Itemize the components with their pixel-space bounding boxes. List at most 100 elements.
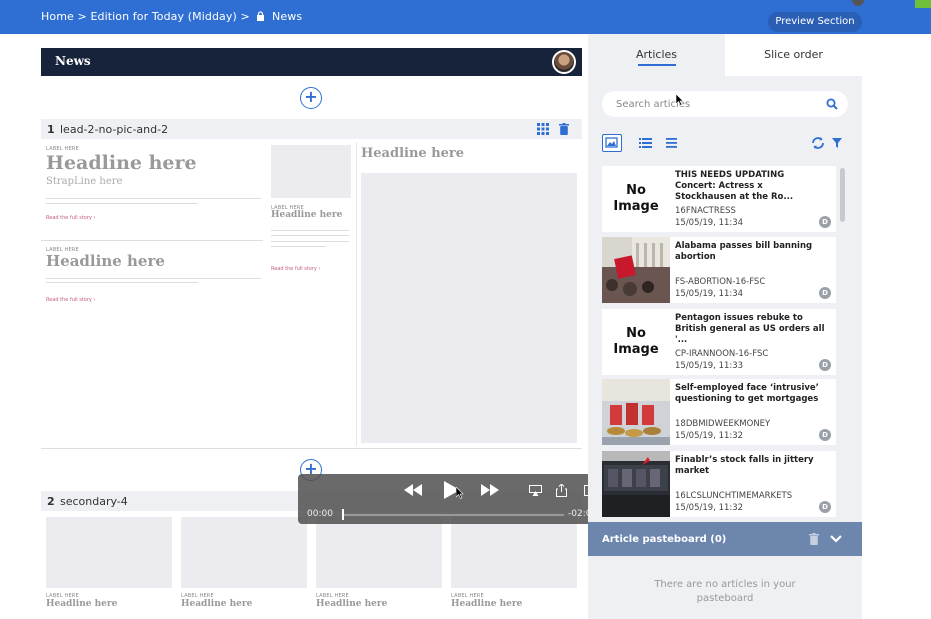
section-name: secondary-4 (60, 495, 128, 508)
article-thumbnail (602, 379, 670, 445)
top-bar: Home > Edition for Today (Midday) > News… (0, 0, 931, 34)
preview-section-button[interactable]: Preview Section (768, 12, 862, 32)
draft-badge: D (819, 501, 831, 513)
layout-slot[interactable]: Headline here (358, 142, 582, 444)
tab-articles[interactable]: Articles (588, 34, 725, 76)
article-date: 15/05/19, 11:34 (675, 289, 744, 299)
image-placeholder (181, 517, 307, 588)
image-icon (605, 137, 618, 148)
article-date: 15/05/19, 11:34 (675, 218, 744, 228)
article-date: 15/05/19, 11:32 (675, 503, 744, 513)
article-slug: 16FNACTRESS (675, 206, 736, 216)
article-title: THIS NEEDS UPDATING Concert: Actress x S… (675, 170, 794, 202)
front-header: News (41, 48, 582, 76)
empty-message-line: pasteboard (696, 593, 754, 604)
filter-icon[interactable] (828, 134, 848, 152)
pasteboard-bar[interactable]: Article pasteboard (0) (588, 522, 862, 556)
article-title: Finablr’s stock falls in jittery market (675, 455, 814, 476)
breadcrumb-edition[interactable]: Edition for Today (Midday) (90, 10, 236, 23)
refresh-icon[interactable] (808, 134, 828, 152)
layout-slot[interactable]: LABEL HERE Headline here (41, 514, 176, 619)
rewind-icon[interactable] (404, 484, 422, 496)
tab-label: Slice order (764, 48, 823, 61)
front-editor: News + 1 lead-2-no-pic-and-2 LABEL HERE … (0, 34, 588, 619)
grid-icon[interactable] (537, 123, 549, 135)
collaborator-avatar (552, 50, 576, 74)
active-tab-indicator (638, 64, 676, 66)
layout-slot[interactable]: LABEL HERE Headline here (446, 514, 582, 619)
breadcrumb-separator: > (240, 10, 250, 23)
breadcrumb-current: News (272, 10, 303, 23)
divider (271, 241, 349, 242)
layout-slot[interactable]: LABEL HERE Headline here StrapLine here … (41, 142, 263, 442)
status-indicator (915, 0, 931, 8)
layout-slot[interactable]: LABEL HERE Headline here Read the full s… (268, 142, 354, 442)
article-list-scrollbar[interactable] (840, 168, 845, 222)
headline-placeholder: Headline here (451, 599, 523, 609)
headline-placeholder: Headline here (361, 146, 465, 161)
share-icon[interactable] (556, 484, 567, 497)
chevron-down-icon[interactable] (830, 534, 842, 544)
add-section-button[interactable]: + (300, 87, 322, 109)
article-slug: 18DBMIDWEEKMONEY (675, 419, 771, 429)
headline-placeholder: Headline here (46, 252, 165, 270)
article-card[interactable]: Alabama passes bill banning abortion FS-… (602, 237, 836, 303)
layout-slot[interactable]: LABEL HERE Headline here (176, 514, 311, 619)
section-bar: 1 lead-2-no-pic-and-2 (41, 119, 582, 139)
section-number: 1 (47, 123, 55, 136)
no-image-placeholder: No Image (602, 166, 670, 232)
cursor-icon (456, 487, 464, 499)
headline-placeholder: Headline here (46, 152, 197, 174)
breadcrumb-separator: > (77, 10, 87, 23)
section-name: lead-2-no-pic-and-2 (60, 123, 169, 136)
empty-message-line: There are no articles in your (654, 579, 796, 590)
read-more-link: Read the full story › (271, 266, 321, 272)
article-title: Alabama passes bill banning abortion (675, 241, 813, 262)
article-thumbnail (602, 237, 670, 303)
read-more-link: Read the full story › (46, 215, 96, 221)
article-title: Pentagon issues rebuke to British genera… (675, 313, 825, 345)
layout-slot[interactable]: LABEL HERE Headline here (311, 514, 446, 619)
tab-label: Articles (635, 48, 678, 61)
seek-handle[interactable] (342, 509, 344, 520)
image-placeholder (451, 517, 577, 588)
search-input[interactable]: Search articles (602, 91, 848, 117)
article-card[interactable]: No Image THIS NEEDS UPDATING Concert: Act… (602, 166, 836, 232)
user-avatar[interactable] (852, 0, 864, 6)
cursor-icon (676, 94, 684, 106)
trash-icon[interactable] (809, 533, 819, 545)
trash-icon[interactable] (559, 123, 569, 135)
image-view-toggle[interactable] (602, 134, 622, 152)
compact-view-icon[interactable] (662, 134, 682, 152)
article-card[interactable]: No Image Pentagon issues rebuke to Britis… (602, 309, 836, 375)
search-icon[interactable] (826, 98, 838, 110)
video-player-controls: 00:00 -02:03 (298, 474, 605, 524)
front-title: News (55, 54, 91, 68)
draft-badge: D (819, 359, 831, 371)
divider (271, 246, 326, 247)
divider (46, 198, 261, 199)
no-image-placeholder: No Image (602, 309, 670, 375)
article-slug: 16LCSLUNCHTIMEMARKETS (675, 491, 793, 501)
airplay-icon[interactable] (529, 485, 542, 496)
divider (46, 203, 198, 204)
image-placeholder (361, 173, 577, 443)
divider (356, 142, 357, 446)
fast-forward-icon[interactable] (481, 484, 499, 496)
strapline-placeholder: StrapLine here (46, 176, 123, 187)
tab-slice-order[interactable]: Slice order (725, 34, 862, 76)
divider (41, 240, 263, 241)
headline-placeholder: Headline here (46, 599, 118, 609)
draft-badge: D (819, 287, 831, 299)
divider (271, 235, 349, 236)
article-card[interactable]: Finablr’s stock falls in jittery market … (602, 451, 836, 517)
article-thumbnail (602, 451, 670, 517)
list-view-icon[interactable] (635, 134, 655, 152)
article-card[interactable]: Self-employed face ‘intrusive’ questioni… (602, 379, 836, 445)
breadcrumb-home[interactable]: Home (41, 10, 74, 23)
pasteboard-empty-message: There are no articles in your pasteboard (588, 578, 862, 606)
seek-bar[interactable] (342, 514, 564, 516)
headline-placeholder: Headline here (316, 599, 388, 609)
divider (41, 448, 582, 449)
headline-placeholder: Headline here (181, 599, 253, 609)
